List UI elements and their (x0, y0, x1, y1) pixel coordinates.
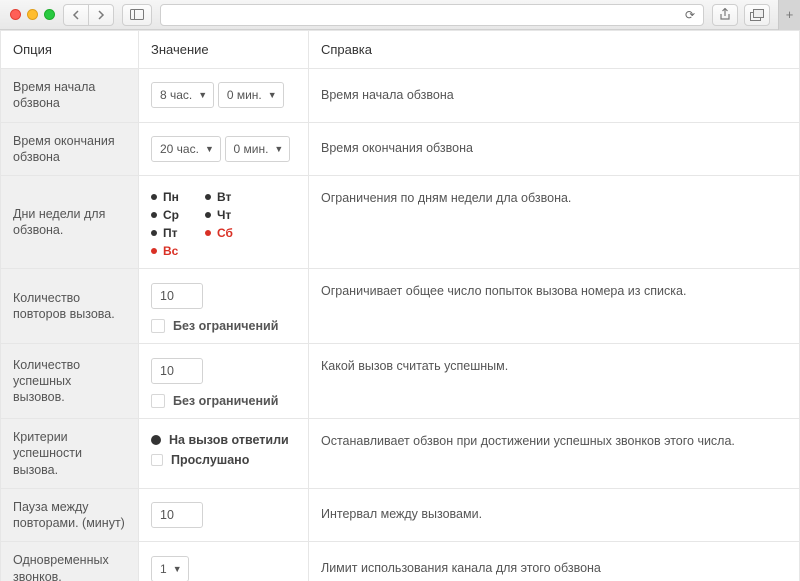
close-icon[interactable] (10, 9, 21, 20)
concurrent-select[interactable]: 1▼ (151, 556, 189, 581)
sidebar-button[interactable] (122, 4, 152, 26)
row-concurrent: Одновременных звонков. 1▼ Лимит использо… (1, 542, 800, 581)
header-help: Справка (309, 31, 800, 69)
header-value: Значение (139, 31, 309, 69)
browser-toolbar: ⟳ + (0, 0, 800, 30)
row-end-time: Время окончания обзвона 20 час.▼ 0 мин.▼… (1, 122, 800, 176)
share-button[interactable] (712, 4, 738, 26)
table-header-row: Опция Значение Справка (1, 31, 800, 69)
window-controls (10, 9, 55, 20)
start-min-select[interactable]: 0 мин.▼ (218, 82, 284, 108)
help-pause: Интервал между вызовами. (309, 488, 800, 542)
success-unlimited-label: Без ограничений (173, 394, 278, 408)
dow-thu[interactable]: Чт (205, 208, 245, 222)
label-pause: Пауза между повторами. (минут) (1, 488, 139, 542)
dow-tue[interactable]: Вт (205, 190, 245, 204)
help-success-count: Какой вызов считать успешным. (309, 344, 800, 419)
end-min-select[interactable]: 0 мин.▼ (225, 136, 291, 162)
retries-input[interactable] (151, 283, 203, 309)
criteria-answered[interactable]: На вызов ответили (151, 433, 296, 447)
chevron-down-icon: ▼ (198, 90, 207, 100)
help-dow: Ограничения по дням недели дла обзвона. (309, 176, 800, 269)
tabs-button[interactable] (744, 4, 770, 26)
dow-mon[interactable]: Пн (151, 190, 191, 204)
back-button[interactable] (63, 4, 89, 26)
dow-fri[interactable]: Пт (151, 226, 191, 240)
label-end-time: Время окончания обзвона (1, 122, 139, 176)
retries-unlimited-checkbox[interactable] (151, 319, 165, 333)
chevron-down-icon: ▼ (274, 144, 283, 154)
label-success-count: Количество успешных вызовов. (1, 344, 139, 419)
label-start-time: Время начала обзвона (1, 69, 139, 123)
label-success-criteria: Критерии успешности вызова. (1, 419, 139, 489)
settings-table: Опция Значение Справка Время начала обзв… (0, 30, 800, 581)
row-pause: Пауза между повторами. (минут) Интервал … (1, 488, 800, 542)
chevron-down-icon: ▼ (173, 564, 182, 574)
row-start-time: Время начала обзвона 8 час.▼ 0 мин.▼ Вре… (1, 69, 800, 123)
dow-sun[interactable]: Вс (151, 244, 191, 258)
help-concurrent: Лимит использования канала для этого обз… (309, 542, 800, 581)
dow-wed[interactable]: Ср (151, 208, 191, 222)
new-tab-button[interactable]: + (778, 0, 800, 30)
end-hour-select[interactable]: 20 час.▼ (151, 136, 221, 162)
retries-unlimited-label: Без ограничений (173, 319, 278, 333)
minimize-icon[interactable] (27, 9, 38, 20)
row-retries: Количество повторов вызова. Без ограниче… (1, 269, 800, 344)
help-retries: Ограничивает общее число попыток вызова … (309, 269, 800, 344)
header-option: Опция (1, 31, 139, 69)
success-count-input[interactable] (151, 358, 203, 384)
row-dow: Дни недели для обзвона. Пн Вт Ср Чт Пт С… (1, 176, 800, 269)
nav-buttons (63, 4, 114, 26)
radio-unselected-icon (151, 454, 163, 466)
maximize-icon[interactable] (44, 9, 55, 20)
row-success-criteria: Критерии успешности вызова. На вызов отв… (1, 419, 800, 489)
label-dow: Дни недели для обзвона. (1, 176, 139, 269)
pause-input[interactable] (151, 502, 203, 528)
help-start-time: Время начала обзвона (309, 69, 800, 123)
dow-sat[interactable]: Сб (205, 226, 245, 240)
address-bar[interactable]: ⟳ (160, 4, 704, 26)
radio-selected-icon (151, 435, 161, 445)
criteria-listened[interactable]: Прослушано (151, 453, 296, 467)
help-end-time: Время окончания обзвона (309, 122, 800, 176)
chevron-down-icon: ▼ (268, 90, 277, 100)
row-success-count: Количество успешных вызовов. Без огранич… (1, 344, 800, 419)
start-hour-select[interactable]: 8 час.▼ (151, 82, 214, 108)
reload-icon[interactable]: ⟳ (685, 8, 695, 22)
success-unlimited-checkbox[interactable] (151, 394, 165, 408)
help-success-criteria: Останавливает обзвон при достижении успе… (309, 419, 800, 489)
label-concurrent: Одновременных звонков. (1, 542, 139, 581)
label-retries: Количество повторов вызова. (1, 269, 139, 344)
chevron-down-icon: ▼ (205, 144, 214, 154)
forward-button[interactable] (88, 4, 114, 26)
